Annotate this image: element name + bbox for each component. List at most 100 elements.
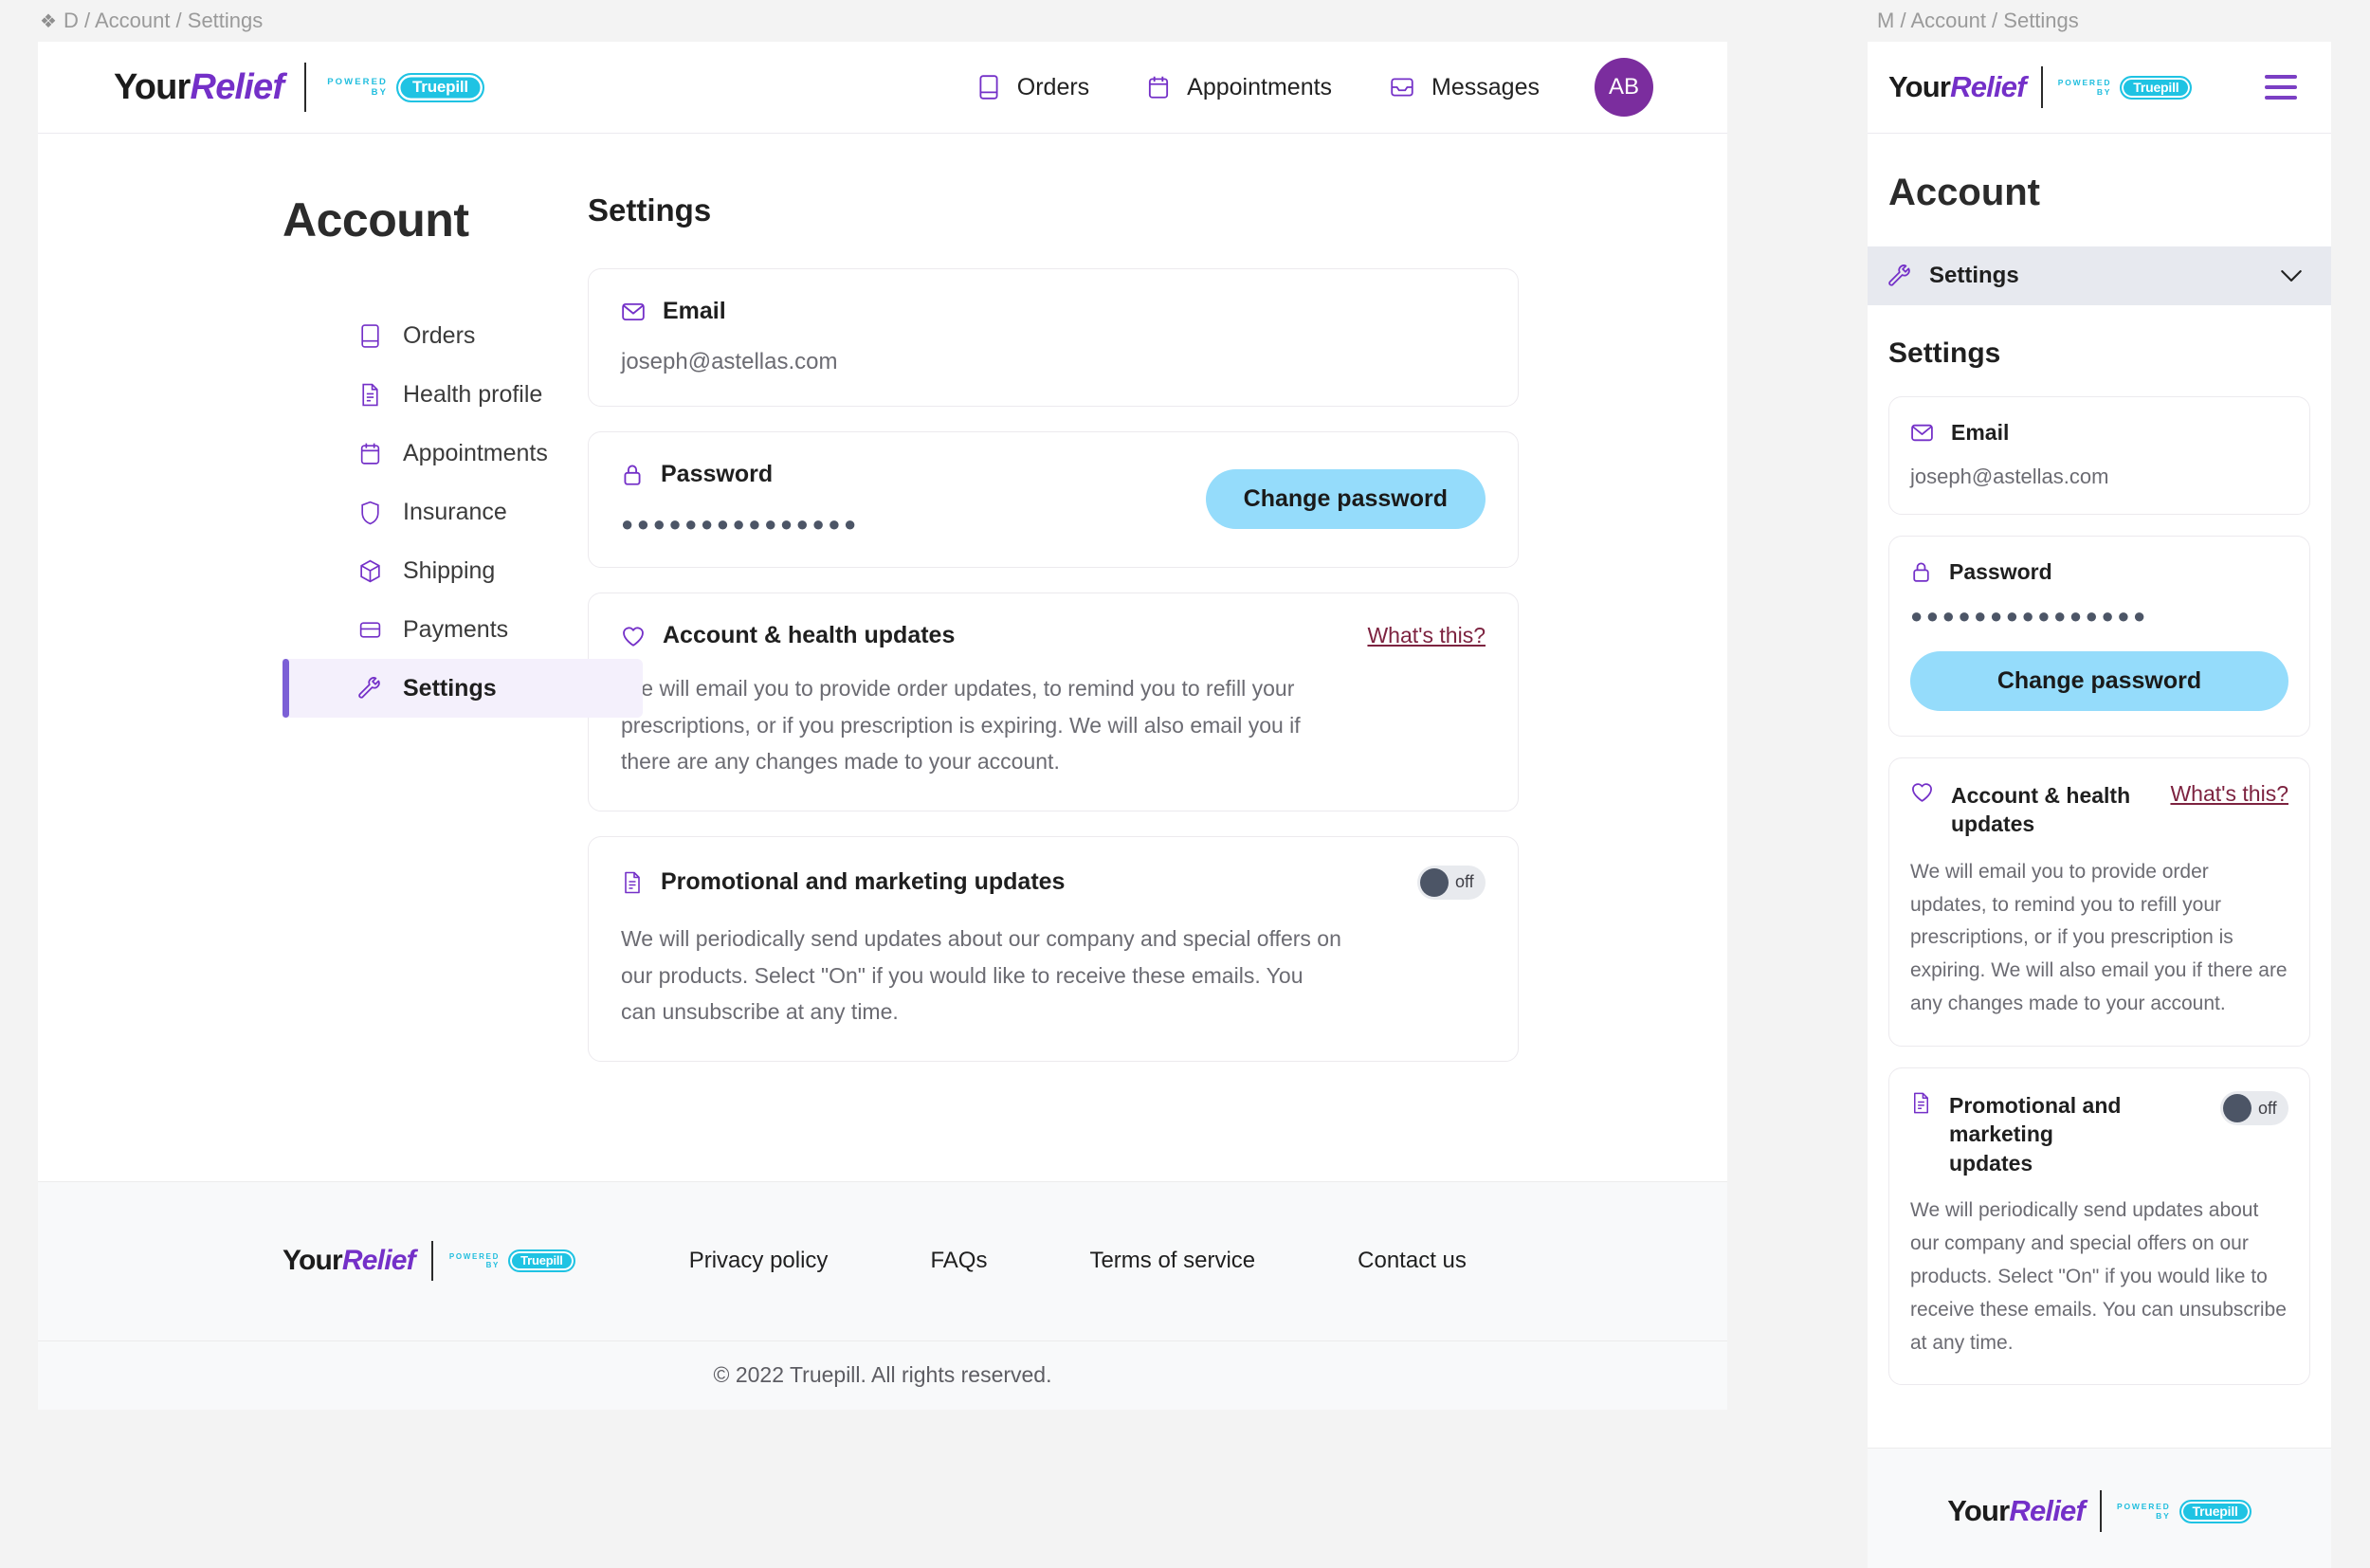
document-icon <box>621 870 644 895</box>
mobile-settings-accordion[interactable]: Settings <box>1868 246 2331 305</box>
mobile-powered-line-1: POWERED <box>2058 78 2112 87</box>
mobile-whats-this-link[interactable]: What's this? <box>2170 781 2288 807</box>
settings-main: Settings Email joseph@astellas.com <box>588 192 1727 1086</box>
mobile-password-header: Password <box>1910 559 2288 585</box>
brand-logo-header[interactable]: YourRelief POWERED BY Truepill <box>114 63 484 112</box>
brand-relief: Relief <box>191 67 284 107</box>
mobile-change-password-button[interactable]: Change password <box>1910 651 2288 711</box>
sidebar-label-health-profile: Health profile <box>403 381 542 409</box>
sidebar-label-payments: Payments <box>403 616 508 644</box>
mobile-footer-powered-line-2: BY <box>2117 1511 2171 1521</box>
inbox-icon <box>1389 75 1415 100</box>
mobile-footer-powered-by: POWERED BY Truepill <box>2117 1500 2252 1523</box>
book-icon <box>358 323 382 349</box>
calendar-icon <box>358 441 382 466</box>
mobile-password-title: Password <box>1949 559 2052 585</box>
promotional-toggle[interactable]: off <box>1417 866 1486 900</box>
nav-label-appointments: Appointments <box>1187 74 1332 101</box>
mobile-brand-your: Your <box>1888 70 1950 103</box>
mobile-email-value: joseph@astellas.com <box>1910 465 2288 489</box>
envelope-icon <box>1910 423 1934 443</box>
whats-this-link[interactable]: What's this? <box>1367 623 1486 648</box>
footer-logo-divider <box>431 1241 433 1281</box>
footer-truepill-badge: Truepill <box>508 1249 575 1272</box>
sidebar-item-health-profile[interactable]: Health profile <box>283 365 588 424</box>
envelope-icon <box>621 301 646 322</box>
sidebar-label-orders: Orders <box>403 322 475 350</box>
breadcrumb-mobile: M / Account / Settings <box>1868 0 2370 42</box>
nav-label-messages: Messages <box>1431 74 1540 101</box>
account-health-title: Account & health updates <box>663 622 955 649</box>
mobile-promotional-title: Promotional and marketing updates <box>1949 1091 2129 1177</box>
account-health-title-group: Account & health updates <box>621 622 955 649</box>
promotional-description: We will periodically send updates about … <box>621 921 1341 1030</box>
mobile-viewport: M / Account / Settings YourRelief POWERE… <box>1868 0 2370 1568</box>
sidebar-item-payments[interactable]: Payments <box>283 600 588 659</box>
lock-icon <box>621 463 644 487</box>
footer-link-terms-of-service[interactable]: Terms of service <box>1089 1248 1255 1274</box>
footer-brand-logo[interactable]: YourRelief POWERED BY Truepill <box>283 1241 575 1281</box>
mobile-logo-divider <box>2041 66 2043 108</box>
nav-item-appointments[interactable]: Appointments <box>1146 74 1332 101</box>
sidebar-label-settings: Settings <box>403 675 497 702</box>
shield-icon <box>358 500 382 525</box>
sidebar-item-orders[interactable]: Orders <box>283 306 588 365</box>
footer-link-contact-us[interactable]: Contact us <box>1358 1248 1467 1274</box>
mobile-promotional-toggle[interactable]: off <box>2220 1091 2288 1125</box>
mobile-footer: YourRelief POWERED BY Truepill <box>1868 1448 2331 1568</box>
mobile-promotional-header: Promotional and marketing updates off <box>1910 1091 2288 1177</box>
brand-wordmark: YourRelief <box>114 67 283 108</box>
powered-by-truepill: POWERED BY Truepill <box>327 73 484 102</box>
avatar[interactable]: AB <box>1595 58 1653 117</box>
screen-root: ❖ D / Account / Settings YourRelief POWE… <box>0 0 2370 1568</box>
mobile-account-health-header: Account & health updates What's this? <box>1910 781 2288 839</box>
document-icon <box>1910 1091 1932 1115</box>
mobile-email-card: Email joseph@astellas.com <box>1888 396 2310 515</box>
mobile-app-frame: YourRelief POWERED BY Truepill <box>1868 42 2331 1568</box>
mobile-settings-heading: Settings <box>1888 337 2310 370</box>
mobile-toggle-knob <box>2223 1094 2252 1122</box>
mobile-accordion-label-group: Settings <box>1888 263 2019 289</box>
change-password-button[interactable]: Change password <box>1206 469 1486 529</box>
mobile-footer-logo-divider <box>2100 1490 2102 1532</box>
password-masked-value: ●●●●●●●●●●●●●●● <box>621 512 860 537</box>
mobile-toggle-state-label: off <box>2258 1099 2277 1119</box>
mobile-accordion-label: Settings <box>1929 263 2019 289</box>
desktop-header: YourRelief POWERED BY Truepill <box>38 42 1727 134</box>
copyright-bar: © 2022 Truepill. All rights reserved. <box>38 1340 1727 1410</box>
hamburger-bar <box>2265 96 2297 100</box>
brand-your: Your <box>114 67 191 107</box>
sidebar-label-insurance: Insurance <box>403 499 507 526</box>
hamburger-icon[interactable] <box>2259 69 2303 105</box>
mobile-footer-brand-logo[interactable]: YourRelief POWERED BY Truepill <box>1947 1490 2251 1532</box>
mobile-powered-line-2: BY <box>2058 87 2112 97</box>
document-icon <box>358 382 382 408</box>
sidebar-item-shipping[interactable]: Shipping <box>283 541 588 600</box>
password-row: Password ●●●●●●●●●●●●●●● Change password <box>621 461 1486 537</box>
sidebar-item-settings[interactable]: Settings <box>283 659 643 718</box>
settings-heading: Settings <box>588 192 1519 228</box>
sidebar-item-insurance[interactable]: Insurance <box>283 483 588 541</box>
footer-brand-relief: Relief <box>342 1245 415 1276</box>
book-icon <box>976 74 1001 100</box>
mobile-header: YourRelief POWERED BY Truepill <box>1868 42 2331 134</box>
footer-link-privacy-policy[interactable]: Privacy policy <box>689 1248 829 1274</box>
sidebar-item-appointments[interactable]: Appointments <box>283 424 588 483</box>
calendar-icon <box>1146 74 1171 100</box>
email-card-title: Email <box>663 298 726 325</box>
nav-item-messages[interactable]: Messages <box>1389 74 1540 101</box>
nav-item-orders[interactable]: Orders <box>976 74 1089 101</box>
breadcrumb-desktop-text: D / Account / Settings <box>64 9 263 33</box>
hamburger-bar <box>2265 85 2297 89</box>
mobile-brand-logo[interactable]: YourRelief POWERED BY Truepill <box>1888 66 2192 108</box>
mobile-footer-powered-line-1: POWERED <box>2117 1502 2171 1511</box>
desktop-body: Account Orders Health prof <box>38 134 1727 1181</box>
truepill-badge: Truepill <box>396 73 484 102</box>
password-card: Password ●●●●●●●●●●●●●●● Change password <box>588 431 1519 568</box>
promotional-card: Promotional and marketing updates off We… <box>588 836 1519 1062</box>
footer-link-faqs[interactable]: FAQs <box>930 1248 987 1274</box>
footer-powered-line-1: POWERED <box>449 1252 500 1261</box>
hamburger-bar <box>2265 75 2297 79</box>
account-health-header: Account & health updates What's this? <box>621 622 1486 649</box>
mobile-promotional-description: We will periodically send updates about … <box>1910 1194 2288 1359</box>
